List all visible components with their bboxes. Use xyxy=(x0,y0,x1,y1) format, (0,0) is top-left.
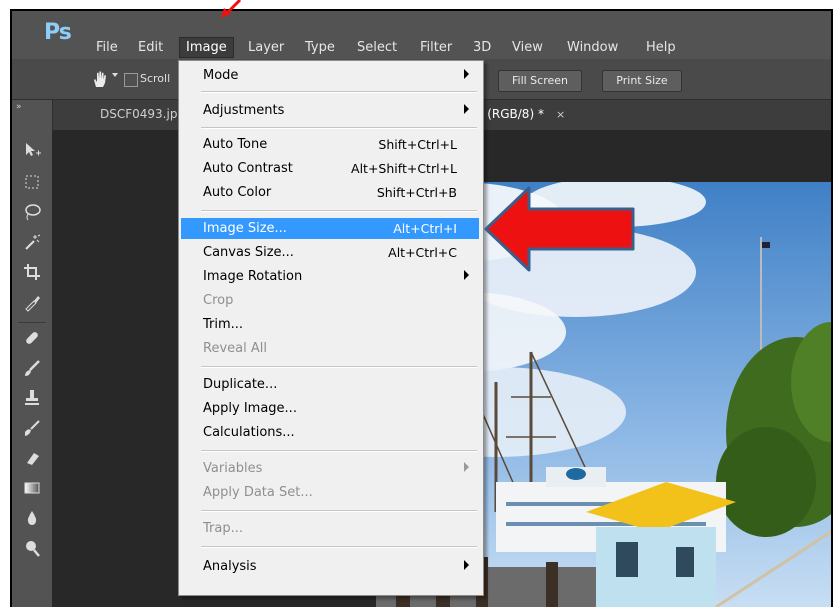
menu-item-reveal-all[interactable]: Reveal All xyxy=(181,338,479,359)
menu-item-canvas-size[interactable]: Canvas Size... Alt+Ctrl+C xyxy=(181,242,479,263)
menu-separator xyxy=(201,91,477,93)
red-arrow-pointing-left-icon xyxy=(484,186,635,272)
brush-tool-icon[interactable] xyxy=(18,358,46,382)
menu-item-label: Trap... xyxy=(203,521,243,536)
menu-item-label: Apply Image... xyxy=(203,401,297,416)
menu-item-label: Analysis xyxy=(203,559,257,574)
scroll-all-windows-checkbox[interactable] xyxy=(124,73,138,87)
photoshop-window: Ps File Edit Image Layer Type Select Fil… xyxy=(10,9,833,607)
menu-window[interactable]: Window xyxy=(567,40,618,55)
fill-screen-button[interactable]: Fill Screen xyxy=(498,70,582,92)
menu-item-label: Image Rotation xyxy=(203,269,303,284)
menu-edit[interactable]: Edit xyxy=(138,40,163,55)
menu-separator xyxy=(201,127,477,129)
menu-separator xyxy=(201,366,477,368)
menu-item-trap[interactable]: Trap... xyxy=(181,518,479,539)
menu-item-label: Canvas Size... xyxy=(203,245,294,260)
menu-item-image-rotation[interactable]: Image Rotation xyxy=(181,266,479,287)
menu-item-label: Crop xyxy=(203,293,234,308)
menu-item-auto-color[interactable]: Auto Color Shift+Ctrl+B xyxy=(181,182,479,203)
healing-brush-tool-icon[interactable] xyxy=(18,328,46,352)
hand-tool-icon[interactable] xyxy=(90,69,110,89)
menu-item-duplicate[interactable]: Duplicate... xyxy=(181,374,479,395)
menu-item-image-size[interactable]: Image Size... Alt+Ctrl+I xyxy=(181,218,479,239)
tools-divider xyxy=(18,322,46,323)
menu-item-crop[interactable]: Crop xyxy=(181,290,479,311)
menu-item-label: Auto Contrast xyxy=(203,161,293,176)
menu-item-label: Variables xyxy=(203,461,263,476)
scroll-all-windows-label: Scroll xyxy=(140,72,171,85)
menu-item-label: Mode xyxy=(203,68,239,83)
menu-item-label: Adjustments xyxy=(203,103,285,118)
menu-item-shortcut: Shift+Ctrl+L xyxy=(378,137,457,152)
top-red-arrow-icon xyxy=(221,0,242,18)
menu-bar: Ps File Edit Image Layer Type Select Fil… xyxy=(12,11,831,59)
menu-item-shortcut: Alt+Ctrl+C xyxy=(388,245,457,260)
menu-item-shortcut: Shift+Ctrl+B xyxy=(376,185,457,200)
dodge-tool-icon[interactable] xyxy=(18,538,46,562)
submenu-arrow-icon xyxy=(464,462,469,472)
tools-panel: » xyxy=(12,100,53,607)
menu-item-apply-image[interactable]: Apply Image... xyxy=(181,398,479,419)
menu-item-auto-contrast[interactable]: Auto Contrast Alt+Shift+Ctrl+L xyxy=(181,158,479,179)
menu-item-variables[interactable]: Variables xyxy=(181,458,479,479)
menu-item-label: Trim... xyxy=(203,317,244,332)
tool-preset-chevron-down-icon[interactable] xyxy=(112,73,118,77)
menu-item-label: Duplicate... xyxy=(203,377,278,392)
clone-stamp-tool-icon[interactable] xyxy=(18,388,46,412)
image-menu-dropdown: Mode Adjustments Auto Tone Shift+Ctrl+L … xyxy=(178,60,484,596)
menu-item-label: Apply Data Set... xyxy=(203,485,313,500)
menu-file[interactable]: File xyxy=(96,40,118,55)
menu-item-calculations[interactable]: Calculations... xyxy=(181,422,479,443)
menu-select[interactable]: Select xyxy=(357,40,397,55)
menu-help[interactable]: Help xyxy=(646,40,676,55)
menu-item-label: Auto Tone xyxy=(203,137,268,152)
menu-item-trim[interactable]: Trim... xyxy=(181,314,479,335)
menu-item-shortcut: Alt+Ctrl+I xyxy=(393,221,457,236)
submenu-arrow-icon xyxy=(464,560,469,570)
menu-separator xyxy=(201,210,477,212)
lasso-tool-icon[interactable] xyxy=(18,202,46,226)
blur-tool-icon[interactable] xyxy=(18,508,46,532)
submenu-arrow-icon xyxy=(464,69,469,79)
panel-collapse-icon[interactable]: » xyxy=(16,102,22,112)
menu-item-mode[interactable]: Mode xyxy=(181,65,479,86)
menu-item-shortcut: Alt+Shift+Ctrl+L xyxy=(351,161,457,176)
menu-item-analysis[interactable]: Analysis xyxy=(181,556,479,577)
menu-item-label: Auto Color xyxy=(203,185,272,200)
ps-logo: Ps xyxy=(44,20,72,45)
menu-filter[interactable]: Filter xyxy=(420,40,452,55)
menu-item-label: Image Size... xyxy=(203,221,287,236)
menu-3d[interactable]: 3D xyxy=(473,40,491,55)
submenu-arrow-icon xyxy=(464,270,469,280)
history-brush-tool-icon[interactable] xyxy=(18,418,46,442)
menu-view[interactable]: View xyxy=(512,40,543,55)
move-tool-icon[interactable] xyxy=(18,140,46,164)
menu-image[interactable]: Image xyxy=(179,37,234,58)
menu-separator xyxy=(201,546,477,548)
menu-type[interactable]: Type xyxy=(305,40,335,55)
magic-wand-tool-icon[interactable] xyxy=(18,232,46,256)
eraser-tool-icon[interactable] xyxy=(18,448,46,472)
menu-item-apply-data-set[interactable]: Apply Data Set... xyxy=(181,482,479,503)
menu-separator xyxy=(201,510,477,512)
submenu-arrow-icon xyxy=(464,104,469,114)
eyedropper-tool-icon[interactable] xyxy=(18,292,46,316)
menu-item-label: Calculations... xyxy=(203,425,295,440)
menu-separator xyxy=(201,450,477,452)
menu-item-adjustments[interactable]: Adjustments xyxy=(181,100,479,121)
marquee-tool-icon[interactable] xyxy=(18,172,46,196)
menu-layer[interactable]: Layer xyxy=(248,40,284,55)
menu-item-auto-tone[interactable]: Auto Tone Shift+Ctrl+L xyxy=(181,134,479,155)
crop-tool-icon[interactable] xyxy=(18,262,46,286)
tab-dscf0493[interactable]: DSCF0493.jp xyxy=(100,107,177,121)
menu-item-label: Reveal All xyxy=(203,341,267,356)
tab-close-icon[interactable]: × xyxy=(556,108,565,121)
gradient-tool-icon[interactable] xyxy=(18,478,46,502)
print-size-button[interactable]: Print Size xyxy=(602,70,682,92)
